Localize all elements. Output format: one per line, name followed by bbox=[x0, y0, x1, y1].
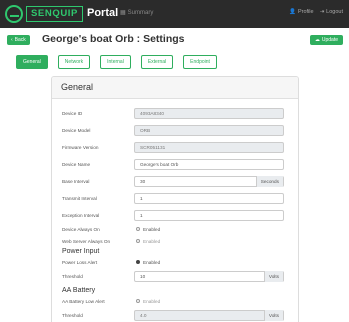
device-name-row: Device Name George's boat Orb bbox=[62, 158, 292, 170]
power-loss-label: Power Loss Alert bbox=[62, 259, 98, 265]
back-label: Back bbox=[14, 37, 26, 43]
always-on-row: Device Always On Enabled bbox=[62, 223, 292, 235]
web-server-checkbox[interactable]: Enabled bbox=[136, 239, 160, 244]
device-id-label: Device ID bbox=[62, 110, 83, 116]
chevron-left-icon: ‹ bbox=[11, 37, 13, 43]
update-label: Update bbox=[321, 37, 338, 43]
settings-tabs: General Network Internal External Endpoi… bbox=[16, 55, 217, 69]
radio-off-icon bbox=[136, 239, 140, 243]
portal-title: Portal bbox=[87, 7, 119, 19]
always-on-option: Enabled bbox=[143, 226, 161, 232]
power-threshold-unit: Volts bbox=[263, 270, 283, 282]
base-interval-input[interactable]: 30 Seconds bbox=[134, 175, 284, 187]
firmware-row: Firmware Version SCR051131 bbox=[62, 141, 292, 153]
battery-threshold-input: 4.0 Volts bbox=[134, 309, 284, 321]
logout-link[interactable]: ⇥ Logout bbox=[320, 9, 343, 15]
power-threshold-label: Threshold bbox=[62, 273, 83, 279]
card-heading: General bbox=[52, 77, 298, 99]
radio-off-icon bbox=[136, 227, 140, 231]
tab-external[interactable]: External bbox=[140, 55, 174, 69]
firmware-label: Firmware Version bbox=[62, 144, 99, 150]
user-menu: 👤 Profile ⇥ Logout bbox=[289, 9, 343, 15]
power-loss-checkbox[interactable]: Enabled bbox=[136, 260, 160, 265]
battery-low-row: AA Battery Low Alert Enabled bbox=[62, 295, 292, 307]
profile-link[interactable]: 👤 Profile bbox=[289, 9, 313, 15]
page-title: George's boat Orb : Settings bbox=[42, 33, 185, 45]
tab-endpoint[interactable]: Endpoint bbox=[183, 55, 217, 69]
logout-icon: ⇥ bbox=[319, 9, 325, 15]
aa-battery-heading: AA Battery bbox=[62, 287, 96, 294]
power-loss-row: Power Loss Alert Enabled bbox=[62, 256, 292, 268]
battery-low-option: Enabled bbox=[143, 298, 161, 304]
power-threshold-row: Threshold 10 Volts bbox=[62, 270, 292, 282]
user-icon: 👤 bbox=[289, 9, 296, 15]
device-model-label: Device Model bbox=[62, 127, 91, 133]
battery-threshold-value: 4.0 bbox=[140, 312, 147, 318]
grid-icon: ▦ bbox=[120, 10, 126, 16]
web-server-option: Enabled bbox=[143, 238, 161, 244]
tab-network[interactable]: Network bbox=[57, 55, 91, 69]
power-input-heading: Power Input bbox=[62, 248, 100, 255]
battery-threshold-label: Threshold bbox=[62, 312, 83, 318]
summary-label: Summary bbox=[127, 9, 154, 16]
summary-link[interactable]: ▦ Summary bbox=[120, 9, 154, 17]
brand-name: SENQUIP bbox=[26, 6, 83, 22]
base-interval-value: 30 bbox=[140, 178, 146, 184]
radio-off-icon bbox=[136, 299, 140, 303]
transmit-interval-row: Transmit Interval 1 bbox=[62, 192, 292, 204]
base-interval-unit: Seconds bbox=[255, 175, 283, 187]
cloud-upload-icon: ☁ bbox=[314, 37, 320, 43]
device-model-row: Device Model ORB bbox=[62, 124, 292, 136]
exception-interval-label: Exception Interval bbox=[62, 212, 100, 218]
power-threshold-input[interactable]: 10 Volts bbox=[134, 270, 284, 282]
logo-icon bbox=[5, 5, 23, 23]
always-on-checkbox[interactable]: Enabled bbox=[136, 227, 160, 232]
exception-interval-input[interactable]: 1 bbox=[134, 209, 284, 221]
exception-interval-row: Exception Interval 1 bbox=[62, 209, 292, 221]
web-server-label: Web Server Always On bbox=[62, 238, 111, 244]
brand-logo[interactable]: SENQUIP bbox=[5, 4, 83, 24]
back-button[interactable]: ‹ Back bbox=[7, 35, 30, 45]
battery-low-label: AA Battery Low Alert bbox=[62, 298, 105, 304]
device-id-field: 4093A8340 bbox=[134, 107, 284, 119]
battery-low-checkbox[interactable]: Enabled bbox=[136, 299, 160, 304]
power-threshold-value: 10 bbox=[140, 273, 146, 279]
tab-general[interactable]: General bbox=[16, 55, 48, 69]
tab-internal[interactable]: Internal bbox=[100, 55, 131, 69]
radio-on-icon bbox=[136, 260, 140, 264]
device-name-label: Device Name bbox=[62, 161, 91, 167]
top-navbar: SENQUIP Portal ▦ Summary 👤 Profile ⇥ Log… bbox=[0, 0, 349, 28]
battery-threshold-row: Threshold 4.0 Volts bbox=[62, 309, 292, 321]
device-name-input[interactable]: George's boat Orb bbox=[134, 158, 284, 170]
web-server-row: Web Server Always On Enabled bbox=[62, 235, 292, 247]
battery-threshold-unit: Volts bbox=[263, 309, 283, 321]
profile-label: Profile bbox=[297, 9, 314, 15]
device-model-field: ORB bbox=[134, 124, 284, 136]
transmit-interval-label: Transmit Interval bbox=[62, 195, 97, 201]
update-button[interactable]: ☁ Update bbox=[309, 35, 343, 45]
base-interval-row: Base Interval 30 Seconds bbox=[62, 175, 292, 187]
logout-label: Logout bbox=[326, 9, 343, 15]
power-loss-option: Enabled bbox=[143, 259, 161, 265]
firmware-field: SCR051131 bbox=[134, 141, 284, 153]
always-on-label: Device Always On bbox=[62, 226, 100, 232]
base-interval-label: Base Interval bbox=[62, 178, 90, 184]
general-settings-card: General Device ID 4093A8340 Device Model… bbox=[51, 76, 299, 322]
transmit-interval-input[interactable]: 1 bbox=[134, 192, 284, 204]
device-id-row: Device ID 4093A8340 bbox=[62, 107, 292, 119]
